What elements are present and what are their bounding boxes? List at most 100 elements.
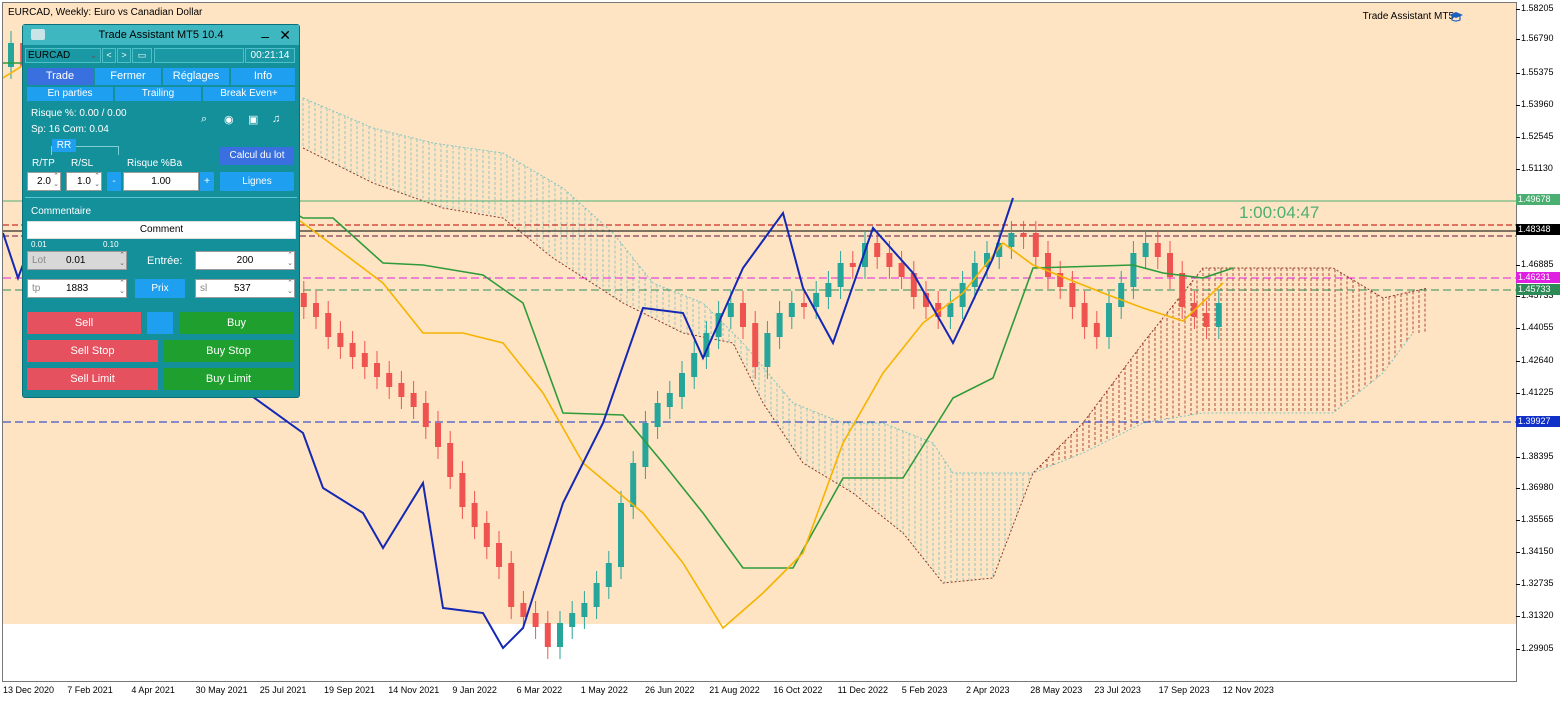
timer-display: 00:21:14 (245, 48, 295, 63)
tab-trade[interactable]: Trade (27, 68, 93, 85)
minimize-icon[interactable]: – (261, 26, 269, 46)
price-tick-label: 1.53960 (1516, 99, 1554, 109)
price-tag: 1.48348 (1516, 224, 1560, 235)
candle-body (813, 293, 820, 307)
sell-stop-button[interactable]: Sell Stop (27, 340, 158, 362)
candle-body (874, 243, 881, 257)
spinner-icon[interactable]: ⌃ ⌄ (287, 252, 293, 268)
candle-body (496, 543, 502, 567)
candle-body (764, 333, 771, 367)
candle-body (825, 283, 832, 297)
time-tick-label: 13 Dec 2020 (3, 685, 55, 695)
spinner-icon[interactable]: ⌃ ⌄ (94, 173, 100, 189)
sell-limit-button[interactable]: Sell Limit (27, 368, 158, 390)
lot-input[interactable]: Lot 0.01 ⌃ ⌄ (27, 251, 127, 270)
candle-body (1154, 243, 1161, 257)
candle-body (374, 363, 380, 377)
calc-lot-button[interactable]: Calcul du lot (220, 147, 294, 165)
rr-button[interactable]: RR (52, 139, 76, 152)
chart-title: EURCAD, Weekly: Euro vs Canadian Dollar (8, 7, 203, 18)
spinner-icon[interactable]: ⌃ ⌄ (119, 280, 125, 296)
time-tick-label: 19 Sep 2021 (324, 685, 376, 695)
spinner-icon[interactable]: ⌃ ⌄ (119, 252, 125, 268)
candle-body (788, 303, 795, 317)
direction-toggle[interactable] (147, 312, 173, 334)
time-tick-label: 11 Dec 2022 (837, 685, 888, 695)
tab-fermer[interactable]: Fermer (95, 68, 161, 85)
time-tick-label: 5 Feb 2023 (901, 685, 948, 695)
symbol-select[interactable]: EURCAD ⌄ (25, 48, 101, 63)
time-tick-label: 28 May 2023 (1030, 685, 1083, 695)
subtab-break-even[interactable]: Break Even+ (203, 87, 295, 101)
alarm-icon[interactable]: ♫ (272, 113, 284, 125)
price-tick-label: 1.51130 (1516, 163, 1553, 173)
candle-body (471, 503, 478, 527)
sl-value: 537 (234, 283, 251, 294)
risk-minus-button[interactable]: - (107, 172, 121, 191)
price-tick-label: 1.34150 (1516, 546, 1554, 556)
prev-symbol-button[interactable]: < (102, 48, 116, 63)
sl-input[interactable]: sl 537 ⌃ ⌄ (195, 279, 295, 298)
price-tick-label: 1.36980 (1516, 482, 1554, 492)
risk-input[interactable]: 1.00 (123, 172, 199, 191)
subtab-en-parties[interactable]: En parties (27, 87, 113, 101)
candle-body (410, 393, 417, 407)
risk-plus-button[interactable]: + (200, 172, 214, 191)
entry-label: Entrée: (147, 255, 183, 267)
candle-body (1142, 243, 1149, 257)
price-tick-label: 1.58205 (1516, 3, 1554, 13)
buy-limit-button[interactable]: Buy Limit (163, 368, 294, 390)
spinner-icon[interactable]: ⌃ ⌄ (53, 173, 59, 189)
tab-reglages[interactable]: Réglages (163, 68, 229, 85)
buy-stop-button[interactable]: Buy Stop (163, 340, 294, 362)
buy-button[interactable]: Buy (179, 312, 294, 334)
candle-body (349, 343, 356, 357)
price-tag: 1.46231 (1516, 272, 1560, 283)
candle-body (1130, 253, 1137, 287)
tab-info[interactable]: Info (231, 68, 295, 85)
entry-input[interactable]: 200 ⌃ ⌄ (195, 251, 295, 270)
time-scale[interactable]: 13 Dec 2020 7 Feb 2021 4 Apr 2021 30 May 20… (0, 682, 1515, 701)
lot-min: 0.01 (31, 240, 47, 249)
graduation-hat-icon[interactable] (1449, 11, 1463, 23)
candle-body (727, 303, 734, 317)
price-tick-label: 1.38395 (1516, 451, 1554, 461)
sell-button[interactable]: Sell (27, 312, 141, 334)
subtab-trailing[interactable]: Trailing (115, 87, 201, 101)
candle-body (398, 383, 405, 397)
camera-icon[interactable] (31, 29, 45, 40)
time-tick-label: 9 Jan 2022 (452, 685, 497, 695)
candle-body (1069, 283, 1076, 307)
candle-body (1106, 303, 1112, 337)
candle-body (654, 403, 661, 427)
candle-body (1215, 303, 1222, 327)
folder-icon[interactable]: ▭ (132, 48, 152, 63)
close-icon[interactable]: ✕ (279, 25, 291, 45)
price-button[interactable]: Prix (135, 279, 185, 298)
candle-body (361, 353, 368, 367)
screenshot-icon[interactable]: ⌕ (201, 113, 213, 125)
price-scale[interactable]: 1.58205 1.56790 1.55375 1.53960 1.52545 1.511… (1516, 0, 1567, 701)
lot-step: 0.10 (103, 240, 119, 249)
price-tick-label: 1.44055 (1516, 322, 1554, 332)
calendar-icon[interactable]: ▣ (248, 113, 260, 126)
time-tick-label: 16 Oct 2022 (773, 685, 823, 695)
panel-title-bar[interactable]: Trade Assistant MT5 10.4 – ✕ (23, 25, 299, 45)
comment-input[interactable]: Comment (27, 221, 296, 239)
rsl-input[interactable]: 1.0 ⌃ ⌄ (66, 172, 102, 191)
candle-body (386, 373, 393, 387)
trade-assistant-panel[interactable]: Trade Assistant MT5 10.4 – ✕ EURCAD ⌄ < >… (22, 24, 300, 398)
candle-body (325, 313, 332, 337)
eye-icon[interactable]: ◉ (224, 113, 236, 126)
spinner-icon[interactable]: ⌃ ⌄ (287, 280, 293, 296)
candle-body (459, 473, 466, 507)
lines-button[interactable]: Lignes (220, 172, 294, 191)
next-symbol-button[interactable]: > (117, 48, 131, 63)
tp-value: 1883 (66, 283, 89, 294)
price-tick-label: 1.42640 (1516, 355, 1554, 365)
candle-body (593, 583, 600, 607)
rtp-input[interactable]: 2.0 ⌃ ⌄ (27, 172, 61, 191)
tp-input[interactable]: tp 1883 ⌃ ⌄ (27, 279, 127, 298)
risk-line: Risque %: 0.00 / 0.00 (31, 108, 127, 119)
candle-body (837, 263, 844, 287)
